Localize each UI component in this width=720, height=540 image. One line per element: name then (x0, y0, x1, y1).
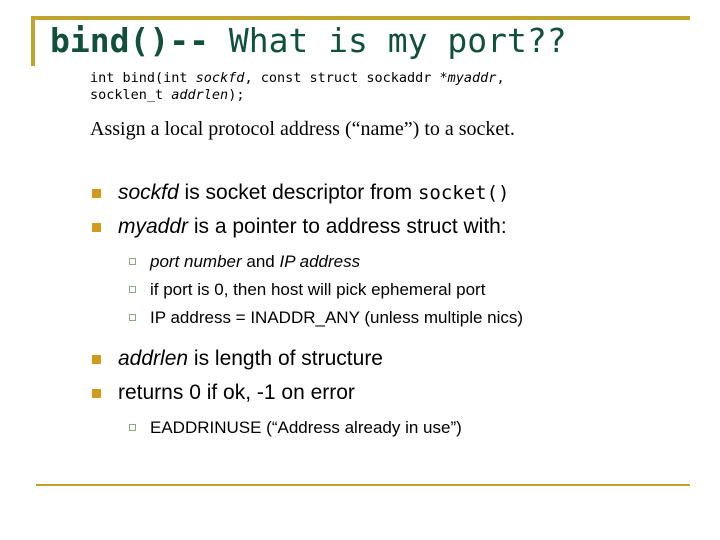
slide-title: bind()-- What is my port?? (50, 22, 567, 60)
emphasis-text: addrlen (118, 347, 189, 370)
plain-text: is socket descriptor from (178, 181, 418, 204)
plain-text: IP address = INADDR_ANY (unless multiple… (150, 308, 524, 327)
sub-bullet-item: IP address = INADDR_ANY (unless multiple… (0, 304, 720, 332)
filled-square-bullet-icon (92, 355, 101, 364)
signature-text-3: , (496, 70, 505, 86)
plain-text: EADDRINUSE (“Address already in use”) (150, 418, 462, 437)
bullet-item: addrlen is length of structure (0, 342, 720, 376)
function-signature: int bind(int sockfd, const struct sockad… (90, 70, 660, 104)
filled-square-bullet-icon (92, 389, 101, 398)
plain-text: is a pointer to address struct with: (188, 215, 507, 238)
signature-line-2: socklen_t addrlen); (90, 87, 244, 103)
bullet-list: sockfd is socket descriptor from socket(… (0, 176, 720, 442)
emphasis-text: port number (150, 252, 242, 271)
bullet-item: sockfd is socket descriptor from socket(… (0, 176, 720, 210)
slide-canvas: bind()-- What is my port?? int bind(int … (0, 0, 720, 540)
hollow-square-bullet-icon (129, 424, 136, 431)
bullet-item: myaddr is a pointer to address struct wi… (0, 210, 720, 244)
frame-left-rule (31, 16, 35, 66)
bullet-text: sockfd is socket descriptor from socket(… (118, 181, 509, 204)
signature-line-1: int bind(int sockfd, const struct sockad… (90, 70, 505, 86)
signature-text-2: , const struct sockaddr * (244, 70, 448, 86)
slide-title-primary: bind()-- (50, 21, 209, 60)
emphasis-text: myaddr (118, 215, 189, 238)
bullet-text: returns 0 if ok, -1 on error (118, 381, 355, 404)
bullet-text: addrlen is length of structure (118, 347, 383, 370)
bullet-item: returns 0 if ok, -1 on error (0, 376, 720, 410)
slide-description: Assign a local protocol address (“name”)… (90, 118, 515, 140)
slide-title-secondary: What is my port?? (228, 21, 567, 60)
bullet-text: port number and IP address (150, 252, 360, 271)
signature-param-sockfd: sockfd (195, 70, 245, 86)
emphasis-text: IP address (279, 252, 361, 271)
hollow-square-bullet-icon (129, 314, 136, 321)
signature-text-4: socklen_t (90, 87, 172, 103)
filled-square-bullet-icon (92, 223, 101, 232)
emphasis-text: sockfd (118, 181, 179, 204)
plain-text: if port is 0, then host will pick epheme… (150, 280, 486, 299)
sub-bullet-item: if port is 0, then host will pick epheme… (0, 276, 720, 304)
inline-code: socket() (417, 182, 510, 204)
plain-text: and (241, 252, 280, 271)
signature-param-addrlen: addrlen (171, 87, 229, 103)
signature-text-5: ); (228, 87, 245, 103)
bullet-text: myaddr is a pointer to address struct wi… (118, 215, 507, 238)
signature-param-myaddr: myaddr (447, 70, 497, 86)
plain-text: is length of structure (188, 347, 383, 370)
hollow-square-bullet-icon (129, 258, 136, 265)
sub-bullet-item: EADDRINUSE (“Address already in use”) (0, 414, 720, 442)
frame-bottom-rule (36, 484, 690, 486)
frame-top-rule (31, 16, 690, 20)
sub-bullet-item: port number and IP address (0, 248, 720, 276)
signature-text-1: int bind(int (90, 70, 196, 86)
filled-square-bullet-icon (92, 189, 101, 198)
bullet-text: IP address = INADDR_ANY (unless multiple… (150, 308, 523, 327)
plain-text: returns 0 if ok, -1 on error (118, 381, 355, 404)
hollow-square-bullet-icon (129, 286, 136, 293)
bullet-text: EADDRINUSE (“Address already in use”) (150, 418, 462, 437)
bullet-text: if port is 0, then host will pick epheme… (150, 280, 485, 299)
